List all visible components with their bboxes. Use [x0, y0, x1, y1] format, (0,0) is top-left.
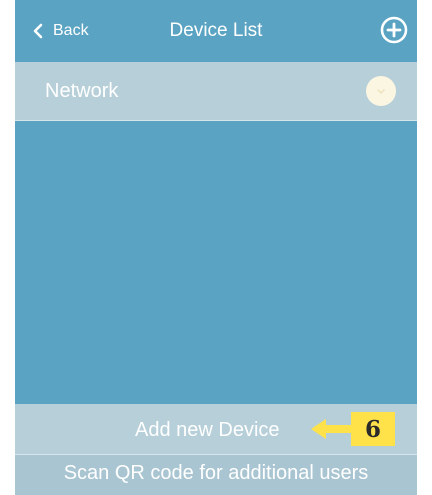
scan-qr-code-label: Scan QR code for additional users: [63, 462, 369, 484]
arrow-left-icon: [311, 419, 353, 439]
network-row[interactable]: Network: [15, 62, 417, 121]
toggle-knob-icon: [377, 89, 385, 95]
back-button[interactable]: Back: [32, 18, 89, 44]
callout-number-badge: 6: [351, 412, 395, 446]
back-label: Back: [53, 22, 89, 39]
network-label: Network: [45, 80, 119, 102]
add-new-device-label: Add new Device: [135, 419, 280, 441]
plus-circle-icon[interactable]: [379, 15, 409, 45]
device-list-area: [15, 121, 417, 404]
scan-qr-code-button[interactable]: Scan QR code for additional users: [15, 455, 417, 495]
chevron-left-icon: [33, 23, 43, 39]
device-list-screen: Back Device List Network Add new Device …: [15, 0, 417, 495]
network-toggle[interactable]: [366, 76, 396, 106]
top-navigation-bar: Back Device List: [15, 0, 417, 62]
callout-annotation: 6: [311, 410, 395, 448]
